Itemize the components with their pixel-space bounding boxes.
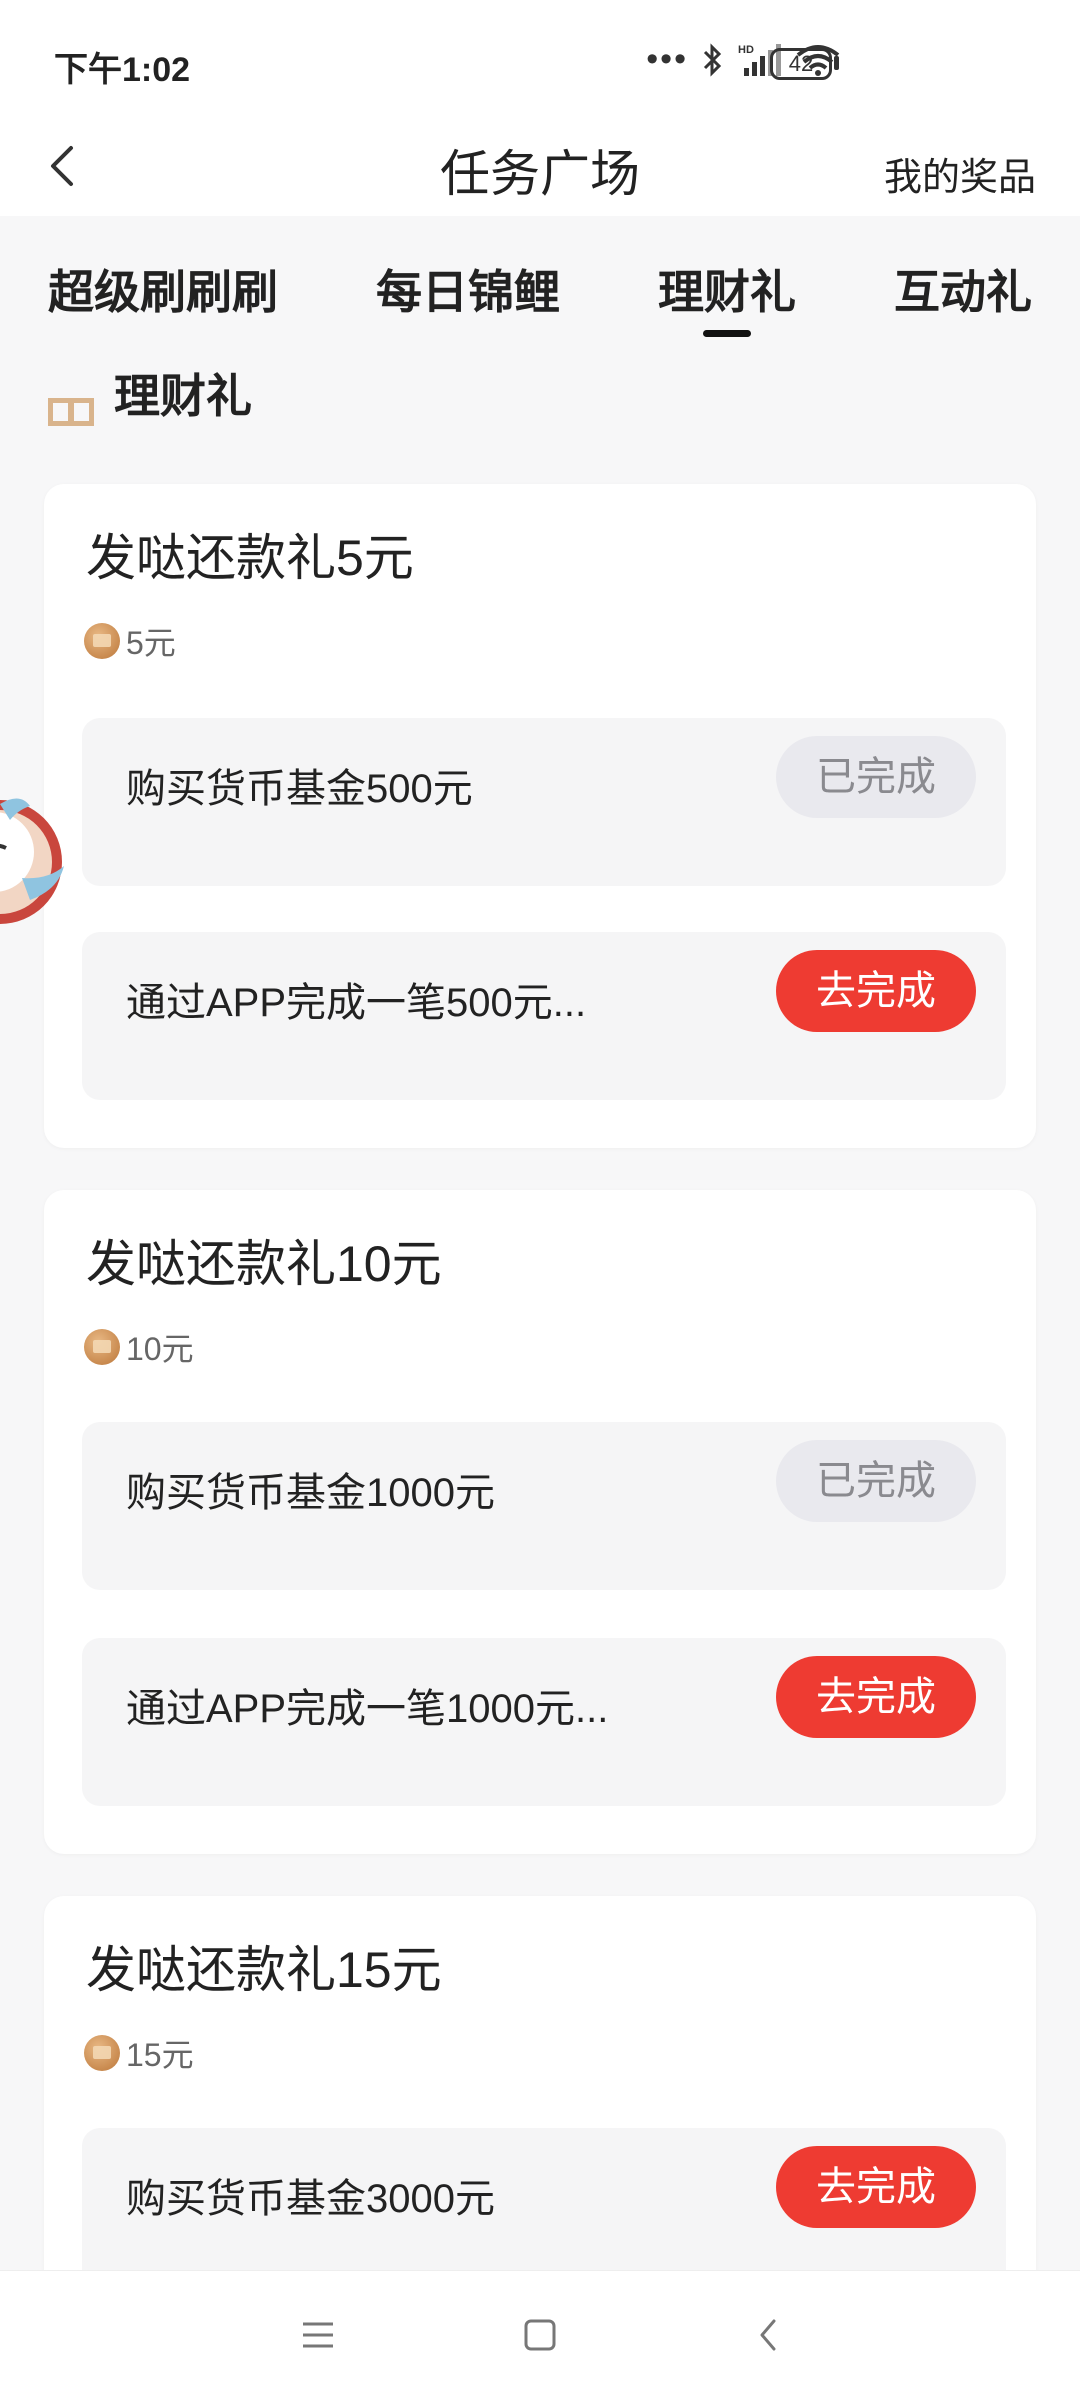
task-text: 购买货币基金3000元 bbox=[126, 2177, 495, 2221]
home-button[interactable] bbox=[510, 2305, 570, 2365]
svg-text:HD: HD bbox=[738, 44, 754, 56]
card-title: 发哒还款礼15元 bbox=[86, 1942, 442, 1998]
task-text: 购买货币基金1000元 bbox=[126, 1471, 495, 1515]
my-prizes-link[interactable]: 我的奖品 bbox=[884, 146, 1036, 201]
reward-text: 15元 bbox=[126, 2037, 194, 2073]
task-item: 购买货币基金1000元 已完成 bbox=[82, 1422, 1006, 1590]
tab-daily-koi[interactable]: 每日锦鲤 bbox=[376, 256, 560, 322]
reward-text: 10元 bbox=[126, 1331, 194, 1367]
go-complete-button[interactable]: 去完成 bbox=[776, 1656, 976, 1738]
tab-finance-gift[interactable]: 理财礼 bbox=[658, 256, 796, 322]
card-title: 发哒还款礼10元 bbox=[86, 1236, 442, 1292]
active-tab-indicator bbox=[703, 330, 751, 337]
menu-icon bbox=[303, 2322, 333, 2348]
reward-amount: 15元 bbox=[84, 2030, 194, 2076]
go-complete-button[interactable]: 去完成 bbox=[776, 2146, 976, 2228]
completed-button: 已完成 bbox=[776, 736, 976, 818]
coin-icon bbox=[84, 623, 120, 659]
gift-box-icon bbox=[48, 398, 94, 426]
system-back-button[interactable] bbox=[738, 2305, 798, 2365]
tab-interactive-gift[interactable]: 互动礼 bbox=[894, 256, 1032, 322]
task-text: 购买货币基金500元 bbox=[126, 767, 473, 811]
nav-bar: 任务广场 我的奖品 bbox=[0, 116, 1080, 216]
status-time: 下午1:02 bbox=[54, 51, 191, 89]
battery-icon: 42 bbox=[770, 48, 832, 80]
menu-button[interactable] bbox=[288, 2305, 348, 2365]
task-plaza-screen: 下午1:02 ••• HD 42 任务广场 我的奖品 超级刷刷刷 每日锦鲤 理财… bbox=[0, 0, 1080, 2400]
reward-amount: 10元 bbox=[84, 1324, 194, 1370]
floating-mascot-icon[interactable] bbox=[0, 782, 68, 932]
reward-card: 发哒还款礼10元 10元 购买货币基金1000元 已完成 通过APP完成一笔10… bbox=[44, 1190, 1036, 1854]
task-item: 购买货币基金500元 已完成 bbox=[82, 718, 1006, 886]
more-dots-icon: ••• bbox=[646, 40, 688, 78]
square-home-icon bbox=[524, 2319, 556, 2351]
tab-super-swipe[interactable]: 超级刷刷刷 bbox=[48, 256, 278, 322]
section-title: 理财礼 bbox=[114, 370, 252, 422]
coin-icon bbox=[84, 2035, 120, 2071]
system-nav-bar bbox=[0, 2270, 1080, 2400]
reward-amount: 5元 bbox=[84, 618, 176, 664]
bluetooth-icon bbox=[703, 42, 722, 77]
category-tabs: 超级刷刷刷 每日锦鲤 理财礼 互动礼 bbox=[0, 256, 1080, 346]
task-text: 通过APP完成一笔500元... bbox=[126, 981, 587, 1025]
battery-tip bbox=[834, 56, 839, 70]
go-complete-button[interactable]: 去完成 bbox=[776, 950, 976, 1032]
task-item: 通过APP完成一笔500元... 去完成 bbox=[82, 932, 1006, 1100]
section-header: 理财礼 bbox=[48, 366, 252, 426]
reward-card: 发哒还款礼5元 5元 购买货币基金500元 已完成 通过APP完成一笔500元.… bbox=[44, 484, 1036, 1148]
chevron-left-icon bbox=[760, 2319, 776, 2351]
task-text: 通过APP完成一笔1000元... bbox=[126, 1687, 609, 1731]
coin-icon bbox=[84, 1329, 120, 1365]
status-bar: 下午1:02 ••• HD 42 bbox=[0, 0, 1080, 116]
card-title: 发哒还款礼5元 bbox=[86, 530, 414, 586]
completed-button: 已完成 bbox=[776, 1440, 976, 1522]
reward-text: 5元 bbox=[126, 625, 176, 661]
task-item: 通过APP完成一笔1000元... 去完成 bbox=[82, 1638, 1006, 1806]
